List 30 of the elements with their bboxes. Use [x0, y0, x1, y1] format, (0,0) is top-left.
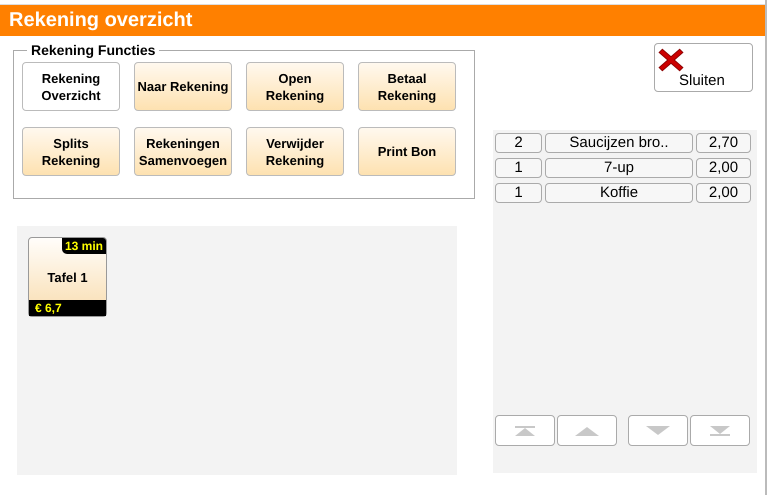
scroll-bottom-button[interactable]	[690, 415, 750, 446]
function-button[interactable]: Rekening Overzicht	[22, 62, 120, 111]
quantity-cell: 1	[495, 183, 542, 203]
function-button[interactable]: Betaal Rekening	[358, 62, 456, 111]
function-button[interactable]: Naar Rekening	[134, 62, 232, 111]
table-tile[interactable]: 13 min Tafel 1 € 6,7	[28, 237, 107, 317]
table-name: Tafel 1	[47, 270, 88, 284]
scroll-top-button[interactable]	[495, 415, 555, 446]
close-button[interactable]: Sluiten	[654, 43, 753, 92]
function-button[interactable]: Verwijder Rekening	[246, 127, 344, 176]
function-button[interactable]: Splits Rekening	[22, 127, 120, 176]
window-title: Rekening overzicht	[9, 9, 192, 32]
item-cell: Koffie	[545, 183, 693, 203]
price-cell: 2,00	[696, 158, 751, 178]
price-cell: 2,70	[696, 133, 751, 153]
scroll-down-button[interactable]	[628, 415, 688, 446]
time-badge: 13 min	[62, 238, 106, 254]
amount-bar: € 6,7	[29, 300, 106, 316]
scroll-up-button[interactable]	[557, 415, 617, 446]
item-cell: Saucijzen bro..	[545, 133, 693, 153]
scroll-down-icon	[644, 424, 672, 438]
item-cell: 7-up	[545, 158, 693, 178]
price-cell: 2,00	[696, 183, 751, 203]
close-icon	[658, 47, 684, 73]
group-title: Rekening Functies	[30, 42, 156, 58]
quantity-cell: 1	[495, 158, 542, 178]
function-button[interactable]: Rekeningen Samenvoegen	[134, 127, 232, 176]
function-button[interactable]: Print Bon	[358, 127, 456, 176]
quantity-cell: 2	[495, 133, 542, 153]
function-button[interactable]: Open Rekening	[246, 62, 344, 111]
